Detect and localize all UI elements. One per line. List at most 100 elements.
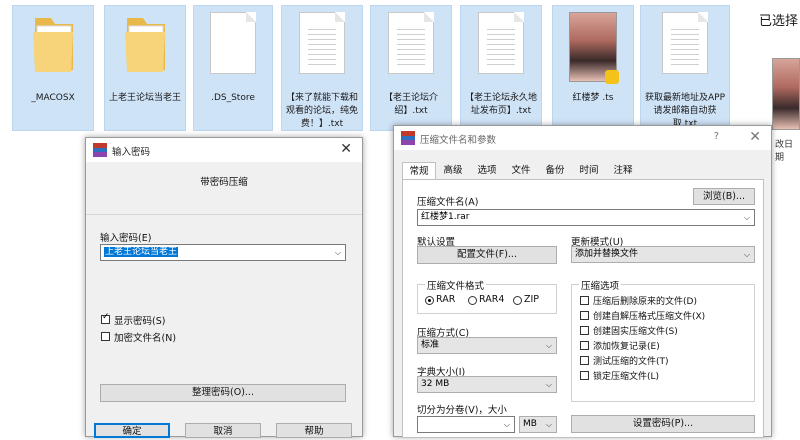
winrar-icon <box>401 131 415 145</box>
update-mode-select[interactable]: 添加并替换文件 ⌵ <box>571 246 755 263</box>
cancel-button[interactable]: 取消 <box>185 423 261 438</box>
tab-files[interactable]: 文件 <box>506 162 536 180</box>
delete-after-label: 压缩后删除原来的文件(D) <box>593 297 697 307</box>
tab-bar: 常规 高级 选项 文件 备份 时间 注释 <box>402 162 764 180</box>
title-bar: 输入密码 ✕ <box>86 138 362 162</box>
file-name: 【老王论坛介绍】.txt <box>383 93 438 116</box>
delete-after-checkbox[interactable] <box>580 296 589 305</box>
file-item[interactable]: 【老王论坛介绍】.txt <box>370 5 452 131</box>
password-dialog: 输入密码 ✕ 带密码压缩 输入密码(E) 上老王论坛当老王 ⌵ 显示密码(S) … <box>85 137 363 438</box>
ok-button[interactable]: 确定 <box>94 423 170 438</box>
password-value: 上老王论坛当老王 <box>104 247 179 257</box>
browse-button[interactable]: 浏览(B)... <box>693 188 755 205</box>
chevron-down-icon[interactable]: ⌵ <box>546 377 552 392</box>
encrypt-filenames-checkbox[interactable] <box>101 332 110 341</box>
split-volumes-label: 切分为分卷(V)，大小 <box>417 405 507 416</box>
show-password-checkbox[interactable] <box>101 312 110 324</box>
dictionary-select[interactable]: 32 MB ⌵ <box>417 376 557 393</box>
file-item[interactable]: .DS_Store <box>193 5 273 131</box>
file-item[interactable]: 红楼梦 .ts <box>552 5 634 131</box>
dictionary-value: 32 MB <box>421 379 450 389</box>
method-select[interactable]: 标准 ⌵ <box>417 337 557 354</box>
set-password-button[interactable]: 设置密码(P)... <box>571 415 755 433</box>
file-item[interactable]: 【老王论坛永久地址发布页】.txt <box>460 5 542 131</box>
options-group-label: 压缩选项 <box>579 278 622 292</box>
file-explorer: _MACOSX 上老王论坛当老王 .DS_Store 【来了就能下载和观看的论坛… <box>0 0 800 137</box>
solid-label: 创建固实压缩文件(S) <box>593 327 678 337</box>
test-archive-label: 测试压缩的文件(T) <box>593 357 669 367</box>
chevron-down-icon[interactable]: ⌵ <box>335 245 341 260</box>
test-archive-checkbox[interactable] <box>580 356 589 365</box>
archive-name-value: 红楼梦1.rar <box>421 212 470 222</box>
sfx-checkbox[interactable] <box>580 311 589 320</box>
file-item[interactable]: 【来了就能下载和观看的论坛，纯免费！】.txt <box>281 5 363 131</box>
chevron-down-icon[interactable]: ⌵ <box>744 247 750 262</box>
text-file-icon <box>388 12 434 74</box>
split-size-input[interactable]: ⌵ <box>417 416 515 433</box>
chevron-down-icon[interactable]: ⌵ <box>744 210 750 225</box>
play-badge-icon <box>605 70 619 84</box>
format-group-label: 压缩文件格式 <box>425 278 487 292</box>
encrypt-filenames-label: 加密文件名(N) <box>114 333 177 344</box>
tab-options[interactable]: 选项 <box>472 162 502 180</box>
folder-icon <box>125 18 165 72</box>
update-mode-value: 添加并替换文件 <box>575 249 639 259</box>
file-item[interactable]: 获取最新地址及APP请发邮箱自动获取.txt <box>640 5 730 131</box>
sfx-label: 创建自解压格式压缩文件(X) <box>593 312 706 322</box>
file-item[interactable]: _MACOSX <box>12 5 94 131</box>
format-zip-radio[interactable] <box>513 296 522 305</box>
text-file-icon <box>478 12 524 74</box>
profiles-button[interactable]: 配置文件(F)... <box>417 246 557 264</box>
archive-dialog: 压缩文件名和参数 ? ✕ 常规 高级 选项 文件 备份 时间 注释 压缩文件名(… <box>393 125 772 438</box>
lock-archive-label: 锁定压缩文件(L) <box>593 372 660 382</box>
selection-info: 已选择 <box>758 14 798 29</box>
organize-passwords-button[interactable]: 整理密码(O)... <box>100 384 346 402</box>
general-tab-panel: 压缩文件名(A) 浏览(B)... 红楼梦1.rar ⌵ 默认设置 配置文件(F… <box>402 179 764 438</box>
password-field[interactable]: 上老王论坛当老王 ⌵ <box>100 244 346 261</box>
close-icon[interactable]: ✕ <box>749 129 761 145</box>
recovery-record-checkbox[interactable] <box>580 341 589 350</box>
text-file-icon <box>662 12 708 74</box>
method-value: 标准 <box>421 340 440 350</box>
split-unit-select[interactable]: MB ⌵ <box>519 416 557 433</box>
format-rar4-radio[interactable] <box>468 296 477 305</box>
dialog-title: 压缩文件名和参数 <box>420 135 497 146</box>
chevron-down-icon[interactable]: ⌵ <box>504 417 510 432</box>
chevron-down-icon[interactable]: ⌵ <box>546 417 552 432</box>
file-name: 上老王论坛当老王 <box>108 93 181 103</box>
tab-comment[interactable]: 注释 <box>608 162 638 180</box>
text-file-icon <box>299 12 345 74</box>
lock-archive-checkbox[interactable] <box>580 371 589 380</box>
tab-backup[interactable]: 备份 <box>540 162 570 180</box>
archive-name-combo[interactable]: 红楼梦1.rar ⌵ <box>417 209 755 226</box>
help-icon[interactable]: ? <box>714 131 719 142</box>
tab-advanced[interactable]: 高级 <box>438 162 468 180</box>
solid-checkbox[interactable] <box>580 326 589 335</box>
file-name: _MACOSX <box>31 93 75 103</box>
archive-name-label: 压缩文件名(A) <box>417 197 479 208</box>
format-rar4-label: RAR4 <box>479 294 505 305</box>
format-zip-label: ZIP <box>524 294 540 305</box>
file-name: 红楼梦 .ts <box>572 93 614 103</box>
file-item[interactable]: 上老王论坛当老王 <box>104 5 186 131</box>
tab-general[interactable]: 常规 <box>402 162 436 180</box>
tab-time[interactable]: 时间 <box>574 162 604 180</box>
preview-thumbnail <box>772 58 800 130</box>
format-rar-label: RAR <box>436 294 456 305</box>
recovery-record-label: 添加恢复记录(E) <box>593 342 660 352</box>
chevron-down-icon[interactable]: ⌵ <box>546 338 552 353</box>
dialog-heading: 带密码压缩 <box>200 177 248 188</box>
dialog-title: 输入密码 <box>112 147 151 158</box>
divider <box>86 214 362 215</box>
folder-icon <box>33 18 73 72</box>
show-password-label: 显示密码(S) <box>114 316 166 327</box>
title-bar: 压缩文件名和参数 ? ✕ <box>394 126 771 150</box>
file-name: 【来了就能下载和观看的论坛，纯免费！】.txt <box>285 93 358 129</box>
split-unit-value: MB <box>523 419 537 429</box>
file-icon <box>210 12 256 74</box>
format-rar-radio[interactable] <box>425 296 434 305</box>
close-icon[interactable]: ✕ <box>340 141 352 157</box>
password-field-label: 输入密码(E) <box>100 233 152 244</box>
help-button[interactable]: 帮助 <box>276 423 352 438</box>
video-thumbnail <box>569 12 619 84</box>
